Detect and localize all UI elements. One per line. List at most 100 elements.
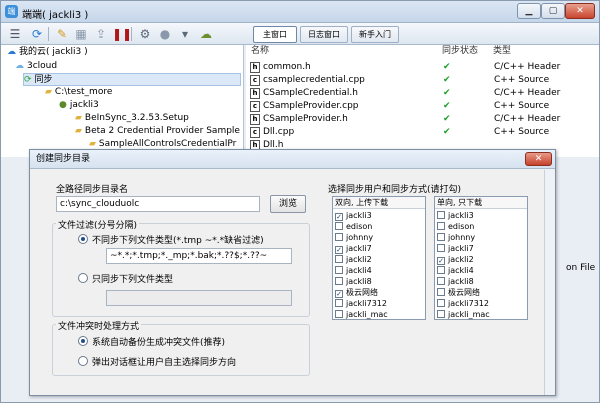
sync-icon: ⟳ (24, 75, 32, 85)
user-name: jackli7312 (346, 299, 387, 308)
main-window: 端 端端( jackli3 ) ▁ ▢ ✕ ☰ ⟳ ✎ ▦ ⇪ ❚❚ ⚙ ● ▾… (0, 0, 600, 403)
tree-node[interactable]: ▰ BeInSync_3.2.53.Setup (75, 112, 189, 125)
list-item[interactable]: 极云网络 (437, 287, 480, 298)
column-header-type[interactable]: 类型 (493, 45, 511, 58)
list-item[interactable]: ✓ jackli7 (335, 243, 372, 254)
checkbox-icon (335, 233, 343, 241)
include-types-radio[interactable]: 只同步下列文件类型 (78, 273, 173, 286)
synced-check-icon: ✔ (443, 127, 451, 137)
tree-node[interactable]: ▰ Beta 2 Credential Provider Sample (75, 125, 240, 138)
list-item[interactable]: jackli7 (437, 243, 474, 254)
list-item[interactable]: johnny (437, 232, 475, 243)
list-item[interactable]: jackli4 (335, 265, 372, 276)
dialog-scrollbar[interactable] (544, 170, 554, 395)
browse-button[interactable]: 浏览 (270, 195, 306, 213)
list-item[interactable]: edison (437, 221, 474, 232)
file-row[interactable]: c Dll.cpp ✔ C++ Source (246, 126, 599, 139)
maximize-icon[interactable]: ▢ (541, 3, 565, 19)
cloud-icon[interactable]: ☁ (198, 26, 214, 42)
dialog-close-icon[interactable]: ✕ (525, 152, 552, 166)
tree-node-label: BeInSync_3.2.53.Setup (84, 113, 189, 123)
upload-icon[interactable]: ⇪ (93, 26, 109, 42)
toolbar: ☰ ⟳ ✎ ▦ ⇪ ❚❚ ⚙ ● ▾ ☁ 主窗口 日志窗口 新手入门 (1, 23, 599, 45)
file-name: Dll.cpp (263, 127, 295, 137)
tab-getting-started[interactable]: 新手入门 (351, 26, 399, 43)
tree-node-label: SampleAllControlsCredentialPr (98, 139, 237, 149)
settings-icon[interactable]: ⚙ (137, 26, 153, 42)
user-name: johnny (346, 233, 374, 242)
user-name: jackli7312 (448, 299, 489, 308)
checkbox-icon (437, 310, 445, 318)
user-name: jackli2 (448, 255, 474, 264)
folder-icon[interactable]: ▦ (73, 26, 89, 42)
include-types-input[interactable] (106, 290, 292, 306)
column-header-status[interactable]: 同步状态 (442, 45, 478, 58)
file-type: C/C++ Header (494, 88, 561, 98)
folder-tree: ☁ 我的云( jackli3 ) ☁ 3cloud ⟳ 同步 ▰ C:\test_mor… (1, 45, 244, 157)
file-icon: c (250, 75, 260, 86)
folder-icon: ▰ (75, 113, 82, 123)
list-item[interactable]: jackli7312 (437, 298, 489, 309)
list-item[interactable]: jackli_mac (335, 309, 388, 320)
list-item[interactable]: jackli8 (335, 276, 372, 287)
user-name: jackli8 (346, 277, 372, 286)
user-name: jackli2 (346, 255, 372, 264)
auto-backup-label: 系统自动备份生成冲突文件(推荐) (92, 338, 226, 348)
list-item[interactable]: ✓ jackli3 (335, 210, 372, 221)
list-item[interactable]: jackli2 (335, 254, 372, 265)
list-item[interactable]: jackli_mac (437, 309, 490, 320)
user-icon[interactable]: ● (157, 26, 173, 42)
tree-node[interactable]: ▰ C:\test_more (45, 86, 112, 99)
minimize-icon[interactable]: ▁ (517, 3, 541, 19)
list-item[interactable]: ✓ 极云网络 (335, 287, 378, 298)
column-header-name[interactable]: 名称 (251, 45, 269, 58)
file-type: C/C++ Header (494, 114, 561, 124)
tab-log-window[interactable]: 日志窗口 (300, 26, 348, 43)
list-item[interactable]: jackli3 (437, 210, 474, 221)
app-logo-icon: 端 (5, 5, 18, 18)
checked-box-icon: ✓ (335, 290, 343, 298)
user-name: edison (346, 222, 373, 231)
tree-node[interactable]: ● jackli3 (59, 99, 99, 112)
file-name: common.h (263, 62, 311, 72)
refresh-icon[interactable]: ⟳ (29, 26, 45, 42)
tree-node[interactable]: ☁ 3cloud (15, 60, 57, 73)
window-title: 端端( jackli3 ) (22, 10, 89, 21)
dropdown-icon[interactable]: ▾ (177, 26, 193, 42)
checkbox-icon (437, 233, 445, 241)
checkbox-icon (335, 299, 343, 307)
list-item[interactable]: jackli7312 (335, 298, 387, 309)
list-item[interactable]: johnny (335, 232, 373, 243)
file-row[interactable]: c csamplecredential.cpp ✔ C++ Source (246, 74, 599, 87)
list-item[interactable]: ✓ jackli2 (437, 254, 474, 265)
file-icon: h (250, 62, 260, 73)
menu-icon[interactable]: ☰ (7, 26, 23, 42)
ask-user-radio[interactable]: 弹出对话框让用户自主选择同步方向 (78, 356, 236, 369)
new-folder-icon[interactable]: ✎ (54, 26, 70, 42)
checkbox-icon (437, 222, 445, 230)
exclude-types-input[interactable]: ~*.*;*.tmp;*._mp;*.bak;*.??$;*.??~ (106, 248, 292, 264)
file-row[interactable]: c CSampleProvider.cpp ✔ C++ Source (246, 100, 599, 113)
synced-check-icon: ✔ (443, 101, 451, 111)
auto-backup-radio[interactable]: 系统自动备份生成冲突文件(推荐) (78, 336, 225, 349)
tab-main-window[interactable]: 主窗口 (253, 26, 297, 43)
dialog-title: 创建同步目录 (30, 150, 555, 169)
user-icon: ● (59, 100, 67, 110)
checkbox-icon (437, 277, 445, 285)
exclude-types-radio[interactable]: 不同步下列文件类型(*.tmp ~*.*缺省过滤) (78, 234, 264, 247)
pause-icon[interactable]: ❚❚ (112, 26, 132, 42)
close-icon[interactable]: ✕ (565, 3, 595, 19)
toolbar-separator (48, 27, 49, 41)
checked-box-icon: ✓ (335, 213, 343, 221)
list-item[interactable]: jackli8 (437, 276, 474, 287)
file-row[interactable]: h CSampleCredential.h ✔ C/C++ Header (246, 87, 599, 100)
file-row[interactable]: h CSampleProvider.h ✔ C/C++ Header (246, 113, 599, 126)
list-item[interactable]: jackli4 (437, 265, 474, 276)
path-input[interactable]: c:\sync_clouduolc (56, 196, 260, 212)
file-row[interactable]: h common.h ✔ C/C++ Header (246, 61, 599, 74)
list-item[interactable]: edison (335, 221, 372, 232)
tree-node-selected[interactable]: ⟳ 同步 (23, 73, 241, 86)
title-bar: 端 端端( jackli3 ) ▁ ▢ ✕ (1, 1, 599, 23)
tree-node[interactable]: ☁ 我的云( jackli3 ) (7, 46, 88, 59)
filter-group-title: 文件过滤(分号分隔) (56, 218, 140, 231)
